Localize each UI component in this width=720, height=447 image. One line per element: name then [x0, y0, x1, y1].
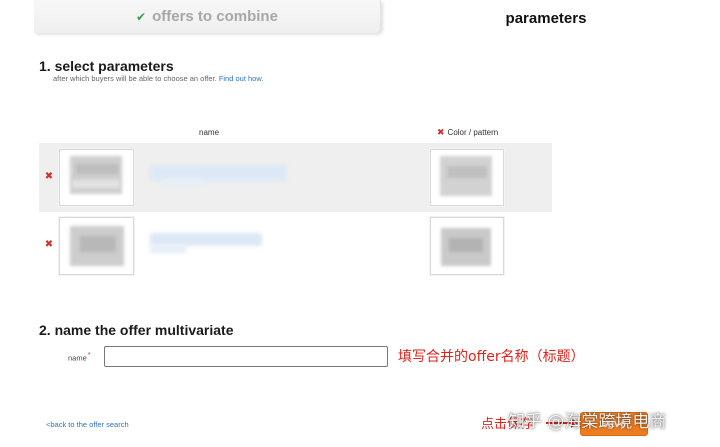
product-thumbnail — [59, 149, 134, 206]
offer-name-input[interactable] — [104, 346, 388, 367]
zhihu-watermark: 知乎 @海棠跨境电商 — [508, 412, 667, 432]
section-name-offer-title: 2. name the offer multivariate — [39, 322, 234, 338]
check-icon: ✔ — [136, 9, 147, 24]
find-out-how-link[interactable]: Find out how. — [219, 74, 264, 83]
remove-row-icon[interactable]: ✖ — [43, 171, 55, 183]
tab-offers-to-combine[interactable]: ✔ offers to combine — [34, 0, 381, 33]
column-header-color-pattern: ✖ Color / pattern — [437, 128, 498, 138]
name-field-label: name* — [68, 352, 91, 363]
tab-offers-label: offers to combine — [152, 8, 278, 25]
section-select-parameters-subtitle: after which buyers will be able to choos… — [53, 74, 263, 83]
annotation-fill-name: 填写合并的offer名称（标题） — [398, 349, 585, 365]
product-thumbnail — [59, 217, 134, 275]
tab-parameters-label: parameters — [505, 10, 587, 27]
section-select-parameters-title: 1. select parameters — [39, 58, 174, 74]
required-marker: * — [87, 352, 91, 359]
column-header-name: name — [199, 128, 220, 137]
color-pattern-thumbnail — [430, 217, 504, 275]
subtitle-text: after which buyers will be able to choos… — [53, 74, 217, 83]
name-label-text: name — [68, 353, 87, 363]
tab-parameters[interactable]: parameters — [440, 0, 652, 37]
remove-row-icon[interactable]: ✖ — [43, 239, 55, 251]
product-name-blurred-2 — [162, 178, 202, 186]
column-header-color-label: Color / pattern — [447, 128, 499, 137]
back-to-offer-search-link[interactable]: <back to the offer search — [46, 420, 129, 429]
product-name-blurred-2 — [150, 245, 186, 253]
color-pattern-thumbnail — [430, 149, 504, 206]
remove-column-icon[interactable]: ✖ — [437, 128, 445, 138]
